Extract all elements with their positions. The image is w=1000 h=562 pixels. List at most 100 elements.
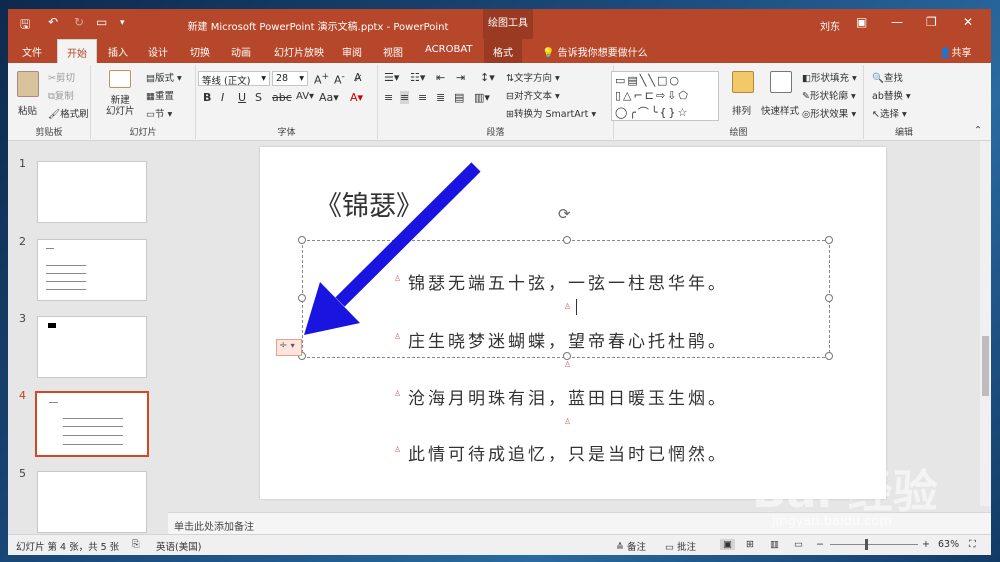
spellcheck-icon[interactable]: ⎘ bbox=[132, 539, 140, 550]
quick-styles-icon[interactable] bbox=[770, 71, 792, 93]
layout-button[interactable]: ▤版式 ▾ bbox=[146, 70, 182, 84]
arrange-icon[interactable] bbox=[732, 71, 754, 93]
notes-toggle[interactable]: ≙ 备注 bbox=[616, 539, 646, 553]
shape-effects-label: 形状效果 bbox=[810, 109, 849, 120]
fit-to-window-icon[interactable]: ⛶ bbox=[969, 539, 976, 550]
increase-indent-icon[interactable]: ⇥ bbox=[456, 71, 465, 84]
char-spacing-icon[interactable]: AV▾ bbox=[296, 91, 314, 102]
replace-button[interactable]: ab替换 ▾ bbox=[872, 88, 911, 102]
numbering-icon[interactable]: ☷▾ bbox=[410, 71, 425, 84]
bullets-icon[interactable]: ☰▾ bbox=[384, 71, 399, 84]
tab-format[interactable]: 格式 bbox=[484, 39, 522, 63]
font-name-select[interactable]: 等线 (正文) ▾ bbox=[198, 71, 270, 87]
slide-sorter-icon[interactable]: ⊞ bbox=[746, 539, 754, 550]
reading-view-icon[interactable]: ▥ bbox=[770, 539, 779, 550]
tab-acrobat[interactable]: ACROBAT bbox=[425, 44, 473, 55]
copy-button[interactable]: ⧉复制 bbox=[48, 88, 74, 102]
align-text-button[interactable]: ⊟对齐文本 ▾ bbox=[506, 88, 560, 102]
shape-effects-button[interactable]: ◎形状效果 ▾ bbox=[802, 106, 856, 120]
format-painter-button[interactable]: 🖌格式刷 bbox=[48, 106, 89, 120]
distributed-icon[interactable]: ▤ bbox=[454, 91, 464, 104]
tab-slideshow[interactable]: 幻灯片放映 bbox=[274, 44, 324, 59]
zoom-in-icon[interactable]: + bbox=[922, 539, 930, 550]
share-button[interactable]: 👤共享 bbox=[939, 44, 971, 59]
font-color-icon[interactable]: A▾ bbox=[350, 91, 363, 104]
minimize-icon[interactable]: — bbox=[891, 15, 903, 29]
smartart-button[interactable]: ⊞转换为 SmartArt ▾ bbox=[506, 106, 596, 120]
new-slide-icon[interactable] bbox=[109, 70, 131, 88]
grow-font-icon[interactable]: A+ bbox=[314, 71, 329, 87]
shape-fill-button[interactable]: ◧形状填充 ▾ bbox=[802, 70, 857, 84]
slide-thumbnail-4[interactable] bbox=[35, 391, 149, 457]
drawing-group-label: 绘图 bbox=[729, 128, 748, 138]
maximize-icon[interactable]: ❐ bbox=[926, 15, 937, 29]
clear-formatting-icon[interactable]: A̷ bbox=[354, 71, 362, 84]
select-label: 选择 bbox=[879, 109, 899, 120]
tab-insert[interactable]: 插入 bbox=[108, 44, 128, 59]
align-text-icon: ⊟ bbox=[506, 91, 514, 102]
strikethrough-icon[interactable]: abc bbox=[272, 91, 292, 104]
tab-review[interactable]: 审阅 bbox=[342, 44, 362, 59]
text-direction-button[interactable]: ⇅文字方向 ▾ bbox=[506, 70, 560, 84]
slides-group-label: 幻灯片 bbox=[129, 128, 157, 138]
thumb-line bbox=[63, 444, 123, 445]
user-name[interactable]: 刘东 bbox=[820, 18, 840, 33]
ribbon-tabs: 文件 开始 插入 设计 切换 动画 幻灯片放映 审阅 视图 ACROBAT 格式… bbox=[8, 39, 991, 63]
section-button[interactable]: ▭节 ▾ bbox=[146, 106, 172, 120]
layout-label: 版式 bbox=[154, 73, 174, 84]
line-spacing-icon[interactable]: ↕▾ bbox=[480, 71, 495, 84]
slide-thumbnail-1[interactable] bbox=[37, 161, 147, 223]
underline-icon[interactable]: U bbox=[238, 91, 246, 104]
shape-outline-button[interactable]: ✎形状轮廓 ▾ bbox=[802, 88, 856, 102]
shapes-gallery[interactable]: ▭▤╲╲□○ ▯△⌐⊏⇨⇩⬠ ◯╭⌒╰{}☆ bbox=[611, 71, 719, 121]
text-direction-icon: ⇅ bbox=[506, 73, 514, 84]
vertical-scrollbar[interactable] bbox=[980, 141, 991, 506]
slide-thumbnail-3[interactable] bbox=[37, 316, 147, 378]
slide-thumbnail-5[interactable] bbox=[37, 471, 147, 533]
shadow-icon[interactable]: S bbox=[255, 91, 262, 104]
collapse-ribbon-icon[interactable]: ⌃ bbox=[974, 125, 982, 136]
justify-icon[interactable]: ≣ bbox=[436, 91, 445, 104]
cut-button[interactable]: ✂剪切 bbox=[48, 70, 75, 84]
reset-button[interactable]: ▦重置 bbox=[146, 88, 174, 102]
drawing-tools-label: 绘图工具 bbox=[483, 9, 533, 39]
paste-icon[interactable] bbox=[17, 71, 39, 97]
zoom-out-icon[interactable]: − bbox=[816, 539, 824, 550]
columns-icon[interactable]: ▥▾ bbox=[474, 91, 490, 104]
change-case-icon[interactable]: Aa▾ bbox=[319, 91, 339, 104]
comments-toggle[interactable]: ▭ 批注 bbox=[665, 539, 696, 553]
scrollbar-thumb[interactable] bbox=[982, 336, 989, 396]
align-center-icon[interactable]: ≡ bbox=[400, 91, 410, 104]
align-left-icon[interactable]: ≡ bbox=[384, 91, 393, 104]
tab-animations[interactable]: 动画 bbox=[231, 44, 251, 59]
tab-file[interactable]: 文件 bbox=[22, 44, 42, 59]
decrease-indent-icon[interactable]: ⇤ bbox=[436, 71, 445, 84]
slide-canvas[interactable]: 《锦瑟》 ⟳ ♙ 锦瑟无端五十弦，一弦一柱思华年。 ♙ ♙ 庄生晓梦迷蝴蝶，望帝… bbox=[260, 147, 886, 499]
ribbon-display-icon[interactable]: ▣ bbox=[856, 15, 867, 29]
quick-styles-button[interactable]: 快速样式 bbox=[761, 103, 799, 117]
close-icon[interactable]: ✕ bbox=[963, 15, 973, 29]
zoom-slider[interactable] bbox=[830, 544, 918, 545]
paste-button[interactable]: 粘贴 bbox=[18, 103, 37, 117]
tab-transitions[interactable]: 切换 bbox=[190, 44, 210, 59]
arrange-button[interactable]: 排列 bbox=[732, 103, 751, 117]
language-indicator[interactable]: 英语(美国) bbox=[156, 539, 201, 553]
tab-home[interactable]: 开始 bbox=[57, 39, 97, 63]
align-right-icon[interactable]: ≡ bbox=[418, 91, 427, 104]
bold-icon[interactable]: B bbox=[203, 91, 211, 104]
tab-design[interactable]: 设计 bbox=[148, 44, 168, 59]
zoom-level[interactable]: 63% bbox=[938, 539, 959, 550]
italic-icon[interactable]: I bbox=[221, 91, 224, 104]
tab-view[interactable]: 视图 bbox=[383, 44, 403, 59]
find-button[interactable]: 🔍查找 bbox=[872, 70, 903, 84]
tell-me-box[interactable]: 💡 告诉我你想要做什么 bbox=[542, 44, 648, 59]
normal-view-icon[interactable]: ▣ bbox=[720, 539, 735, 550]
new-slide-button[interactable]: 新建 幻灯片 bbox=[106, 95, 135, 117]
select-button[interactable]: ↖选择 ▾ bbox=[872, 106, 907, 120]
font-size-select[interactable]: 28 ▾ bbox=[272, 71, 308, 86]
slideshow-icon[interactable]: ▭ bbox=[794, 539, 803, 550]
slide-thumbnail-2[interactable] bbox=[37, 239, 147, 301]
zoom-slider-thumb[interactable] bbox=[865, 539, 868, 550]
share-label: 共享 bbox=[951, 48, 972, 59]
shrink-font-icon[interactable]: A- bbox=[334, 71, 345, 87]
